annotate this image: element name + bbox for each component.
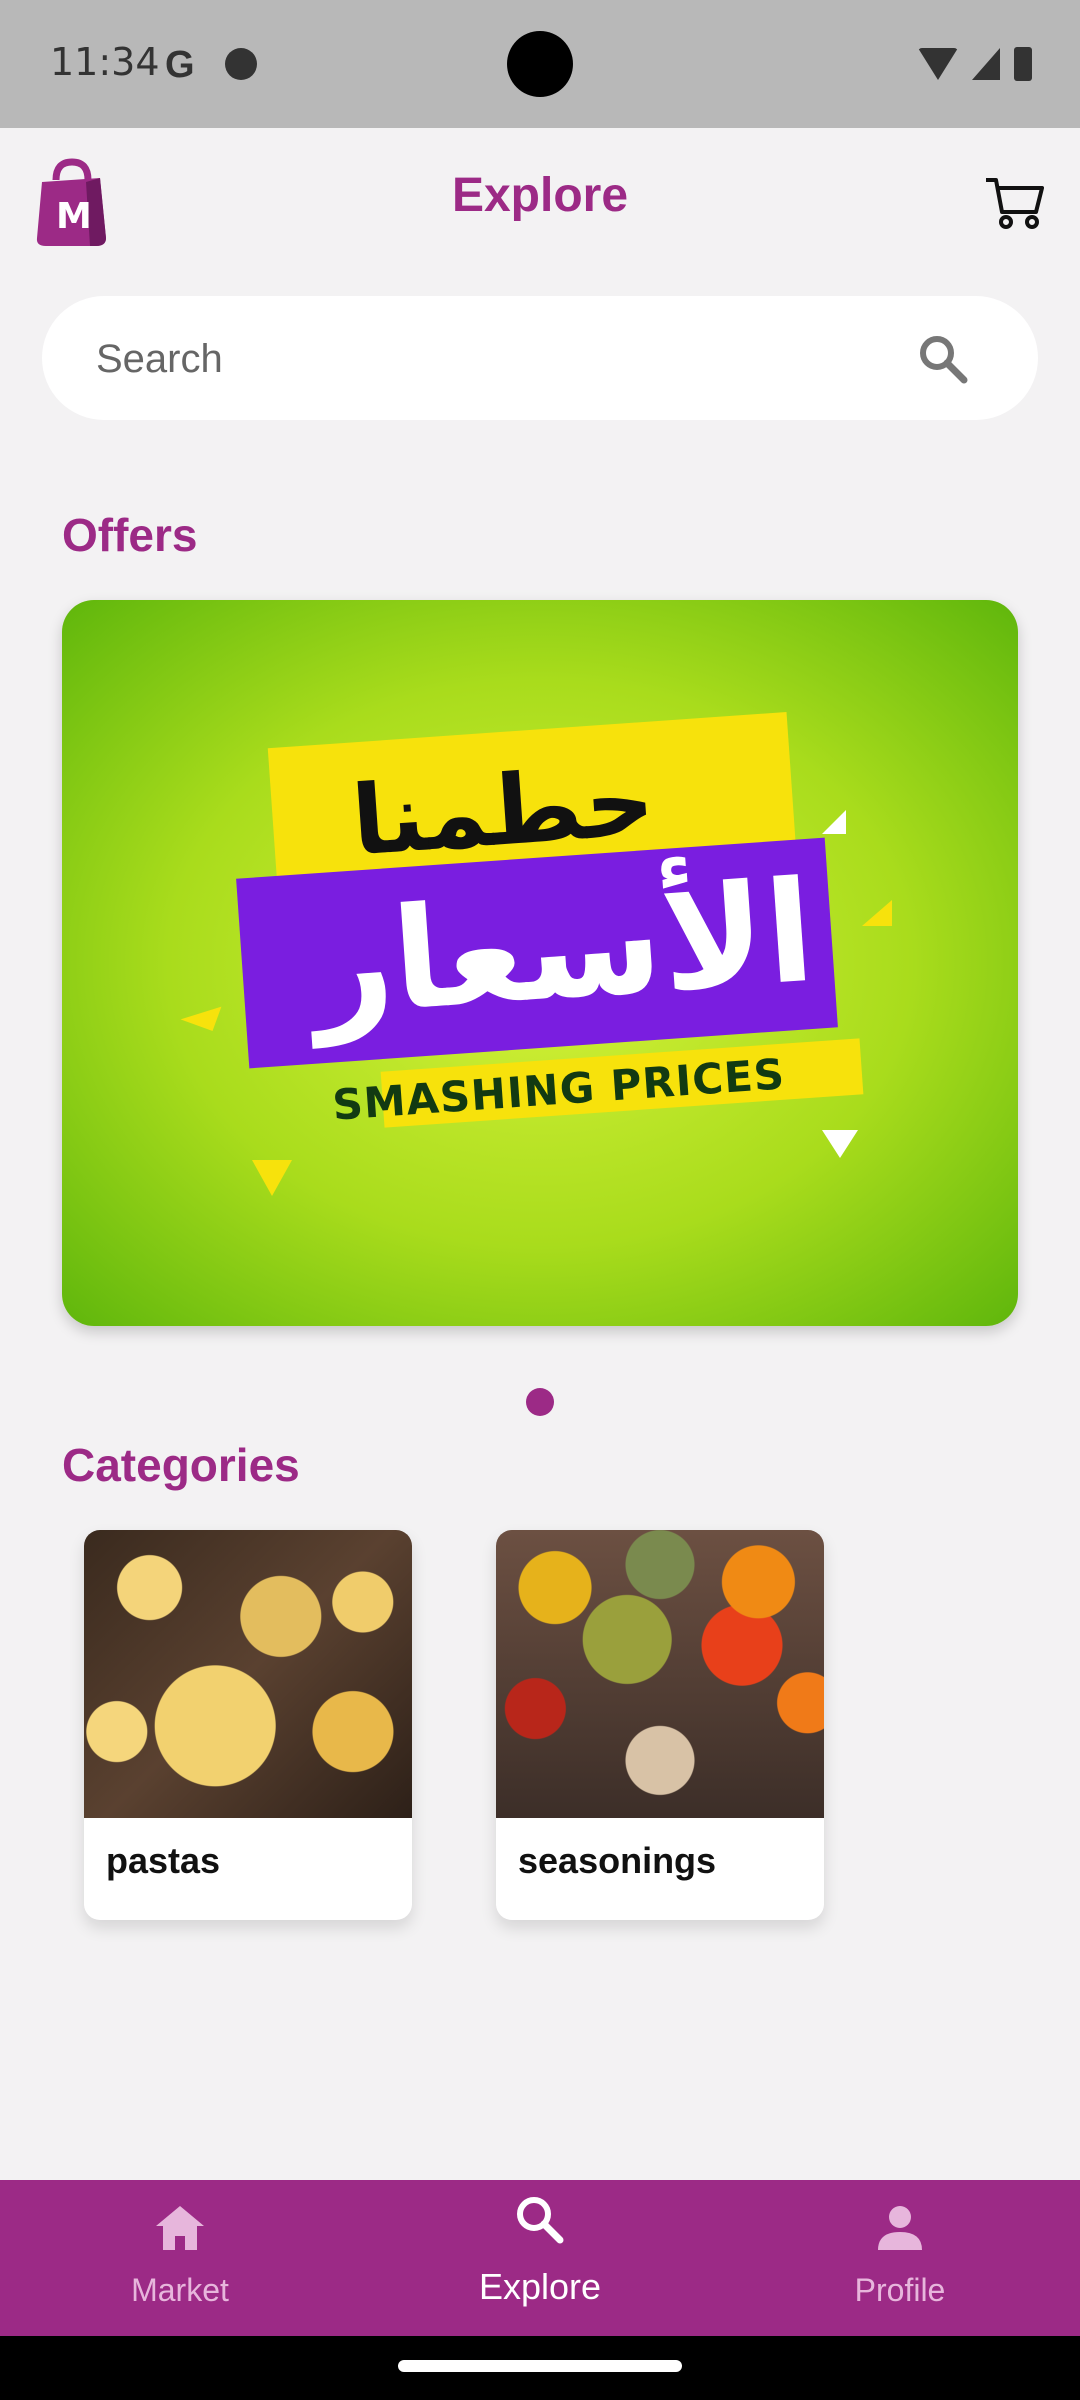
category-card-pastas[interactable]: pastas [84, 1530, 412, 1920]
nav-label-market: Market [131, 2272, 229, 2308]
search-bar[interactable] [42, 296, 1038, 420]
status-time: 11:34 [50, 40, 160, 84]
notification-icon [225, 48, 257, 80]
spices-image [496, 1530, 824, 1818]
nav-item-market[interactable]: Market [0, 2180, 360, 2336]
category-label: seasonings [518, 1840, 717, 1881]
home-gesture-handle[interactable] [398, 2360, 682, 2372]
categories-heading: Categories [62, 1439, 300, 1491]
banner-arabic-main-text: الأسعار [306, 850, 820, 1049]
search-icon[interactable] [916, 332, 970, 386]
banner-confetti [862, 900, 892, 926]
status-bar: 11:34 G [0, 0, 1080, 128]
pasta-image [84, 1530, 412, 1818]
banner-confetti [252, 1160, 292, 1196]
signal-icon [972, 48, 1000, 80]
nav-item-explore[interactable]: Explore [360, 2180, 720, 2336]
nav-label-profile: Profile [854, 2272, 946, 2308]
offer-banner[interactable]: حطمنا الأسعار SMASHING PRICES [62, 600, 1018, 1326]
banner-confetti [822, 810, 846, 834]
category-label: pastas [106, 1840, 221, 1881]
wifi-icon [918, 48, 958, 80]
bottom-navigation: Market Explore Profile [0, 2180, 1080, 2336]
banner-confetti [180, 994, 222, 1032]
page-title: Explore [451, 169, 629, 222]
search-icon [517, 2197, 564, 2244]
banner-arabic-top-text: حطمنا [348, 744, 658, 878]
nav-item-profile[interactable]: Profile [720, 2180, 1080, 2336]
banner-confetti [822, 1130, 858, 1158]
gesture-bar [0, 2336, 1080, 2400]
carousel-dot-active[interactable] [526, 1388, 554, 1416]
search-input[interactable] [94, 320, 898, 398]
app-bar: M Explore [0, 128, 1080, 288]
cart-icon[interactable] [982, 170, 1046, 234]
person-icon [878, 2206, 922, 2250]
home-icon [156, 2206, 204, 2250]
battery-icon [1014, 47, 1032, 81]
offers-heading: Offers [62, 509, 198, 561]
nav-label-explore: Explore [478, 2266, 602, 2307]
category-card-seasonings[interactable]: seasonings [496, 1530, 824, 1920]
status-indicators [918, 46, 1032, 82]
google-icon: G [165, 44, 195, 86]
front-camera [507, 31, 573, 97]
